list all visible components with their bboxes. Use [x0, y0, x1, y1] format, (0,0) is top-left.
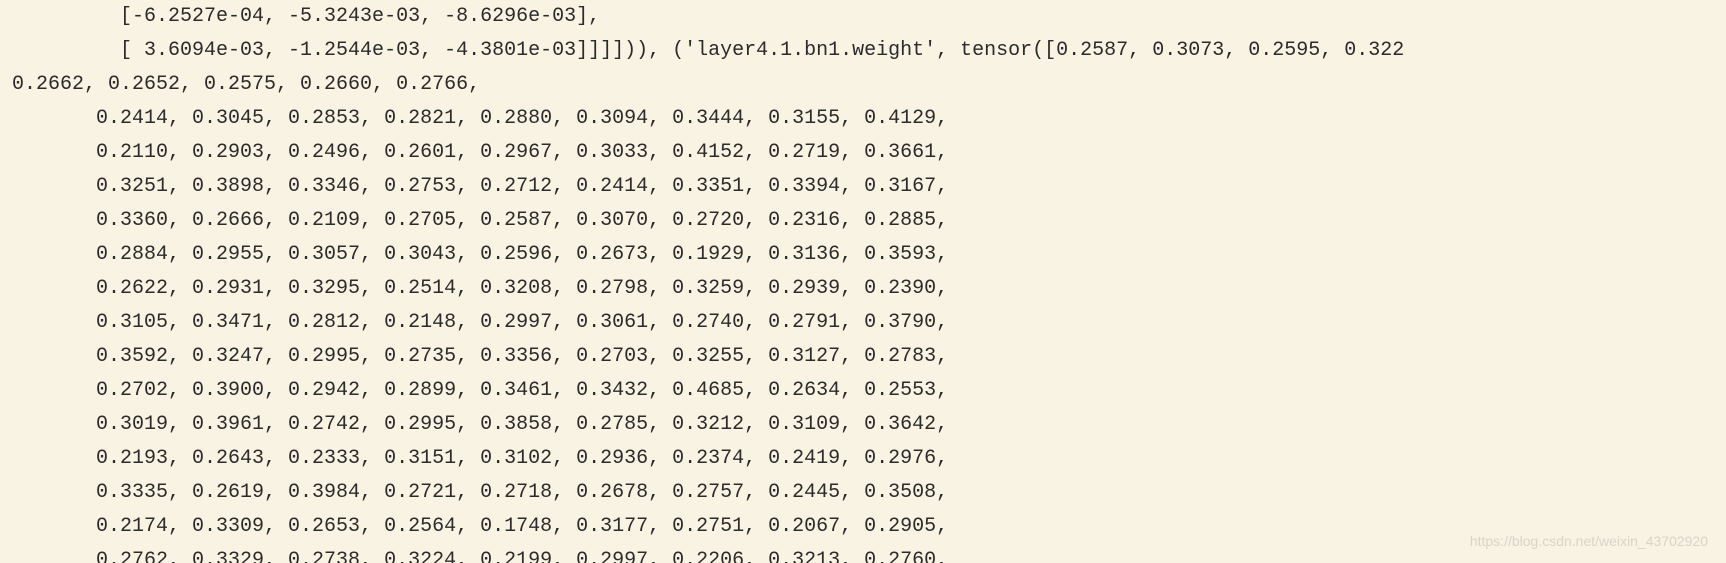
code-output: [-6.2527e-04, -5.3243e-03, -8.6296e-03],… — [0, 0, 1726, 563]
code-line: [-6.2527e-04, -5.3243e-03, -8.6296e-03], — [0, 5, 600, 28]
code-line: 0.3251, 0.3898, 0.3346, 0.2753, 0.2712, … — [0, 175, 948, 198]
code-line: 0.3335, 0.2619, 0.3984, 0.2721, 0.2718, … — [0, 481, 948, 504]
code-line: 0.2174, 0.3309, 0.2653, 0.2564, 0.1748, … — [0, 515, 948, 538]
code-line: 0.2662, 0.2652, 0.2575, 0.2660, 0.2766, — [0, 73, 480, 96]
code-line: 0.2762, 0.3329, 0.2738, 0.3224, 0.2199, … — [0, 549, 948, 563]
code-line: 0.3592, 0.3247, 0.2995, 0.2735, 0.3356, … — [0, 345, 948, 368]
code-line: [ 3.6094e-03, -1.2544e-03, -4.3801e-03]]… — [0, 39, 1404, 62]
code-line: 0.3019, 0.3961, 0.2742, 0.2995, 0.3858, … — [0, 413, 948, 436]
code-line: 0.2110, 0.2903, 0.2496, 0.2601, 0.2967, … — [0, 141, 948, 164]
code-line: 0.2884, 0.2955, 0.3057, 0.3043, 0.2596, … — [0, 243, 948, 266]
code-line: 0.3105, 0.3471, 0.2812, 0.2148, 0.2997, … — [0, 311, 948, 334]
code-line: 0.2702, 0.3900, 0.2942, 0.2899, 0.3461, … — [0, 379, 948, 402]
code-line: 0.2622, 0.2931, 0.3295, 0.2514, 0.3208, … — [0, 277, 948, 300]
code-line: 0.3360, 0.2666, 0.2109, 0.2705, 0.2587, … — [0, 209, 948, 232]
code-line: 0.2193, 0.2643, 0.2333, 0.3151, 0.3102, … — [0, 447, 948, 470]
code-line: 0.2414, 0.3045, 0.2853, 0.2821, 0.2880, … — [0, 107, 948, 130]
